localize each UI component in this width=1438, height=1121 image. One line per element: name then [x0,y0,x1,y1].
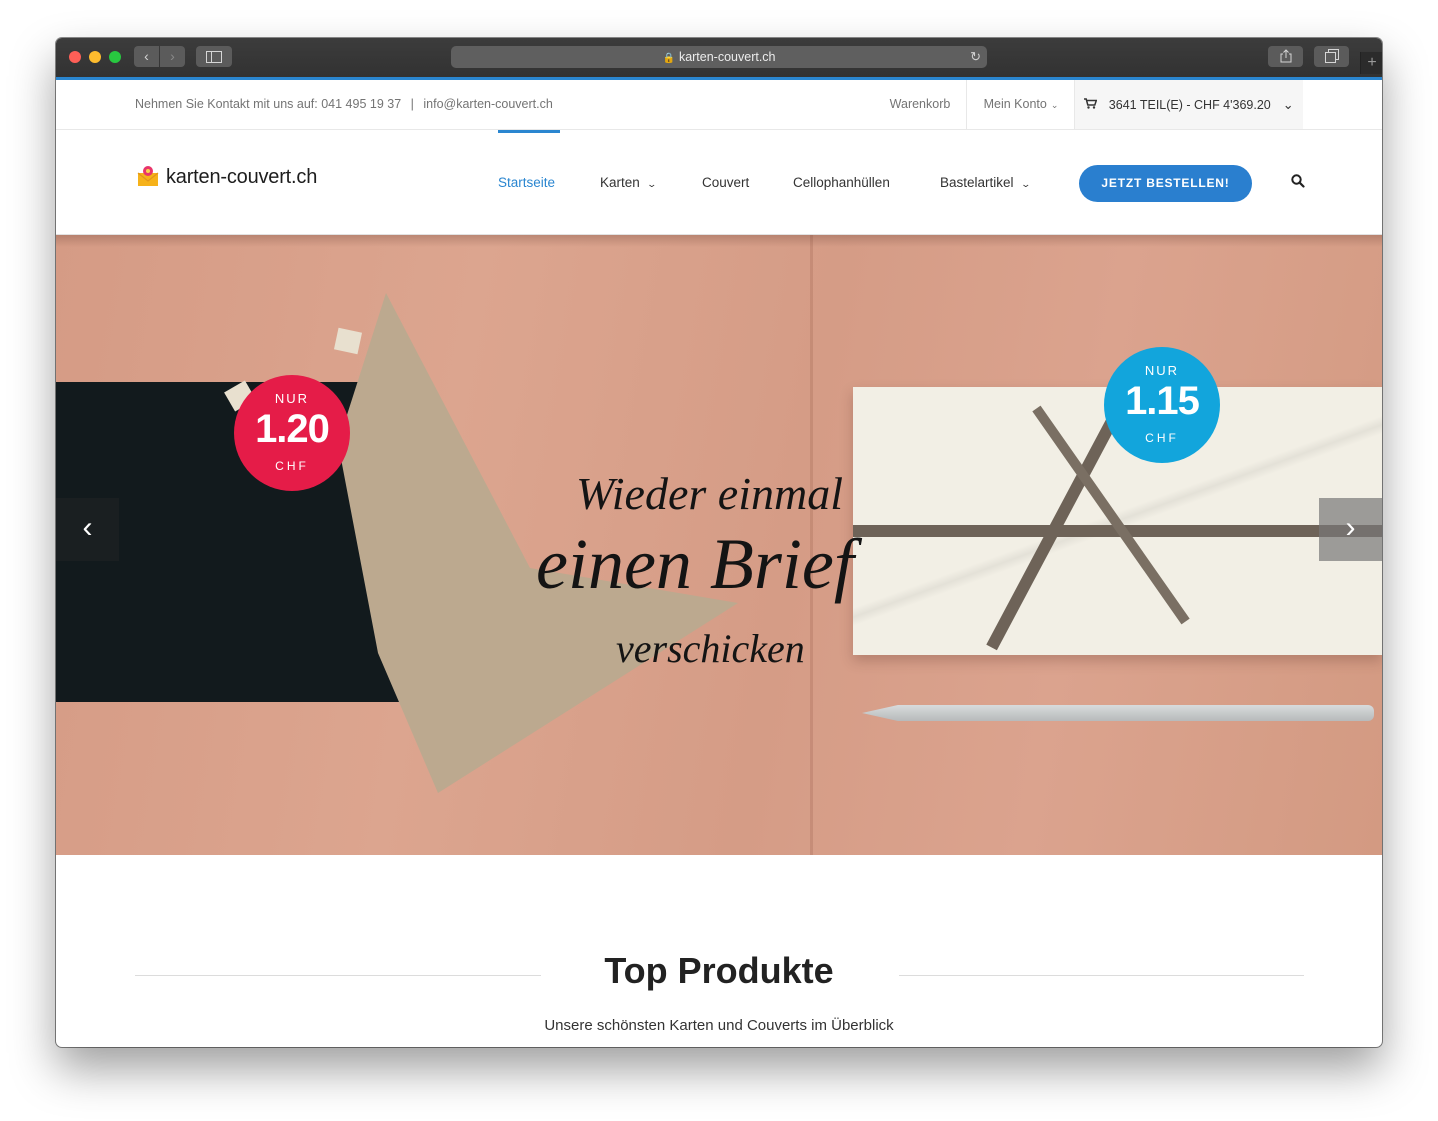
nav-label: Bastelartikel [940,175,1014,190]
address-bar[interactable]: 🔒 karten-couvert.ch ↻ [451,46,987,68]
nav-bastelartikel[interactable]: Bastelartikel ⌄ [940,130,1031,234]
back-arrow-icon[interactable]: ‹ [134,46,159,67]
chevron-right-icon: › [1345,511,1356,544]
main-header: karten-couvert.ch Startseite Karten ⌄ Cou… [56,130,1382,235]
envelope-flower-logo-icon [137,166,159,186]
nav-couvert[interactable]: Couvert [702,130,749,234]
badge-top-label: NUR [1144,363,1180,378]
nav-label: Couvert [702,175,750,190]
badge-currency: CHF [1145,431,1179,445]
section-subtitle: Unsere schönsten Karten und Couverts im … [544,1017,894,1034]
contact-email-link[interactable]: info@karten-couvert.ch [423,97,552,111]
minimize-window-button[interactable] [89,51,101,63]
new-tab-icon[interactable]: + [1360,52,1382,74]
search-icon[interactable] [1291,174,1305,188]
tape-piece [333,327,363,355]
slider-prev-button[interactable]: ‹ [56,498,119,561]
forward-arrow-icon[interactable]: › [160,46,185,67]
price-badge-right: NUR 1.15 CHF [1104,347,1220,463]
mein-konto-dropdown[interactable]: Mein Konto ⌄ [966,80,1075,129]
contact-info: Nehmen Sie Kontakt mit uns auf: 041 495 … [135,80,553,129]
warenkorb-link[interactable]: Warenkorb [874,80,966,129]
logo-text: karten-couvert.ch [166,166,318,188]
nav-cellophanhuellen[interactable]: Cellophanhüllen [793,130,890,234]
chevron-left-icon: ‹ [82,511,93,544]
header-shadow [56,235,1382,247]
tab-overview-icon[interactable] [1314,46,1349,67]
share-icon[interactable] [1268,46,1303,67]
hero-slider: Wieder einmal einen Brief verschicken NU… [56,235,1382,855]
badge-price: 1.20 [255,407,330,451]
nav-label: Cellophanhüllen [793,175,890,190]
hero-headline-line1: Wieder einmal [576,468,843,519]
badge-price: 1.15 [1125,379,1200,423]
zoom-window-button[interactable] [109,51,121,63]
url-text: karten-couvert.ch [678,50,776,64]
browser-window: ‹ › 🔒 karten-couvert.ch ↻ + Nehmen Sie Ko… [56,38,1382,1047]
reload-icon[interactable]: ↻ [970,46,981,68]
slider-next-button[interactable]: › [1319,498,1382,561]
warenkorb-label: Warenkorb [889,97,951,111]
nav-label: Startseite [498,175,556,190]
lock-icon: 🔒 [662,53,675,64]
badge-top-label: NUR [274,391,310,406]
hero-headline-line2: einen Brief [536,524,854,604]
contact-prefix: Nehmen Sie Kontakt mit uns auf: [135,97,318,111]
chevron-down-icon: ⌄ [1050,100,1059,110]
nav-startseite[interactable]: Startseite [498,130,555,234]
close-window-button[interactable] [69,51,81,63]
nav-karten[interactable]: Karten ⌄ [600,130,657,234]
jetzt-bestellen-button[interactable]: JETZT BESTELLEN! [1079,165,1252,202]
chevron-down-icon: ⌄ [1020,179,1031,189]
badge-currency: CHF [275,459,309,473]
chevron-down-icon: ⌄ [1282,97,1294,112]
section-title: Top Produkte [604,950,834,991]
nav-label: Karten [600,175,640,190]
cart-icon [1084,98,1100,112]
cart-summary: 3641 TEIL(E) - CHF 4'369.20 [1108,98,1271,112]
browser-toolbar: ‹ › 🔒 karten-couvert.ch ↻ + [56,38,1382,78]
mini-cart-dropdown[interactable]: 3641 TEIL(E) - CHF 4'369.20 ⌄ [1074,80,1303,129]
sidebar-toggle-icon[interactable] [196,46,232,67]
top-info-bar: Nehmen Sie Kontakt mit uns auf: 041 495 … [56,80,1382,130]
chevron-down-icon: ⌄ [646,179,657,189]
mein-konto-label: Mein Konto [983,97,1047,111]
hero-headline-line3: verschicken [616,626,805,671]
contact-separator: | [410,97,414,111]
contact-phone[interactable]: 041 495 19 37 [321,97,401,111]
pencil-image [862,705,1374,721]
price-badge-left: NUR 1.20 CHF [234,375,350,491]
